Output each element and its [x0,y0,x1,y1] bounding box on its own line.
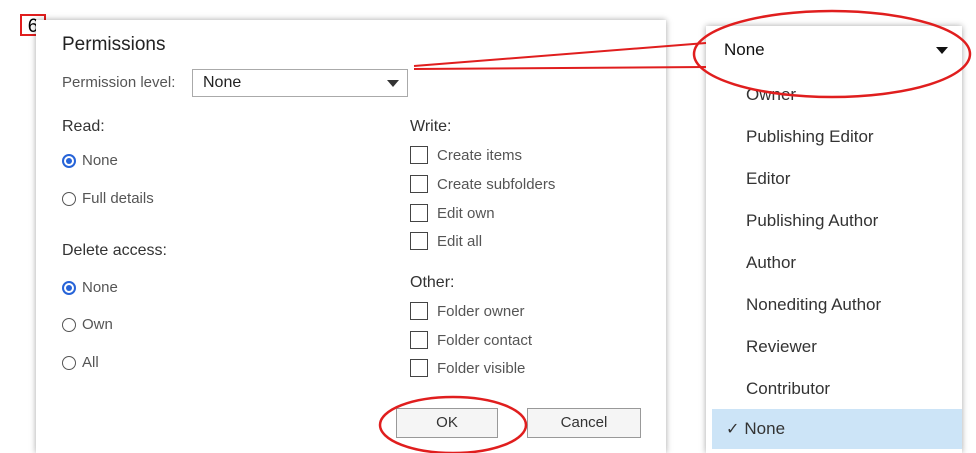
permission-level-dropdown: None Owner Publishing Editor Editor Publ… [706,26,962,453]
checkbox-label: Edit all [437,232,483,250]
dropdown-option-author[interactable]: Author [712,244,962,282]
dropdown-option-reviewer[interactable]: Reviewer [712,328,962,366]
read-none-radio[interactable]: None [62,152,118,169]
create-items-checkbox[interactable]: Create items [410,146,522,164]
read-label: Read: [62,118,105,135]
radio-label: Full details [82,190,154,207]
dropdown-option-contributor[interactable]: Contributor [712,370,962,408]
radio-selected-icon [62,153,76,168]
folder-contact-checkbox[interactable]: Folder contact [410,331,532,349]
permission-level-label: Permission level: [62,74,176,91]
checkbox-icon [410,331,428,349]
permission-level-value: None [203,74,242,91]
dropdown-option-label: None [744,419,786,438]
dropdown-option-publishing-editor[interactable]: Publishing Editor [712,118,962,156]
checkbox-label: Create items [437,146,523,164]
dropdown-selected-value[interactable]: None [712,35,962,65]
delete-own-radio[interactable]: Own [62,316,113,333]
radio-selected-icon [62,280,76,295]
dropdown-option-nonediting-author[interactable]: Nonediting Author [712,286,962,324]
read-full-details-radio[interactable]: Full details [62,190,154,207]
radio-unselected-icon [62,355,76,370]
checkbox-icon [410,232,428,250]
delete-all-radio[interactable]: All [62,354,99,371]
checkbox-label: Create subfolders [437,175,556,193]
edit-own-checkbox[interactable]: Edit own [410,204,495,222]
ok-button[interactable]: OK [396,408,498,438]
chevron-down-icon [387,80,399,87]
checkmark-icon: ✓ [726,421,740,438]
radio-unselected-icon [62,191,76,206]
chevron-down-icon [936,47,948,54]
dialog-title: Permissions [62,34,166,55]
checkbox-icon [410,146,428,164]
radio-unselected-icon [62,317,76,332]
dropdown-option-editor[interactable]: Editor [712,160,962,198]
checkbox-label: Folder owner [437,302,525,320]
dropdown-selected-label: None [724,40,765,59]
permission-level-select[interactable]: None [192,69,408,97]
dropdown-option-publishing-author[interactable]: Publishing Author [712,202,962,240]
folder-visible-checkbox[interactable]: Folder visible [410,359,525,377]
create-subfolders-checkbox[interactable]: Create subfolders [410,175,555,193]
other-label: Other: [410,274,455,291]
checkbox-icon [410,302,428,320]
radio-label: None [82,152,118,169]
delete-access-label: Delete access: [62,242,167,259]
folder-owner-checkbox[interactable]: Folder owner [410,302,525,320]
cancel-button[interactable]: Cancel [527,408,641,438]
checkbox-icon [410,204,428,222]
dropdown-option-none[interactable]: ✓ None [712,409,962,449]
checkbox-label: Edit own [437,204,495,222]
write-label: Write: [410,118,452,135]
edit-all-checkbox[interactable]: Edit all [410,232,482,250]
radio-label: All [82,354,99,371]
permissions-dialog: Permissions Permission level: None Read:… [36,20,666,453]
dropdown-option-owner[interactable]: Owner [712,76,962,114]
radio-label: Own [82,316,113,333]
checkbox-icon [410,359,428,377]
checkbox-label: Folder visible [437,359,526,377]
radio-label: None [82,279,118,296]
checkbox-label: Folder contact [437,331,533,349]
delete-none-radio[interactable]: None [62,279,118,296]
checkbox-icon [410,175,428,193]
